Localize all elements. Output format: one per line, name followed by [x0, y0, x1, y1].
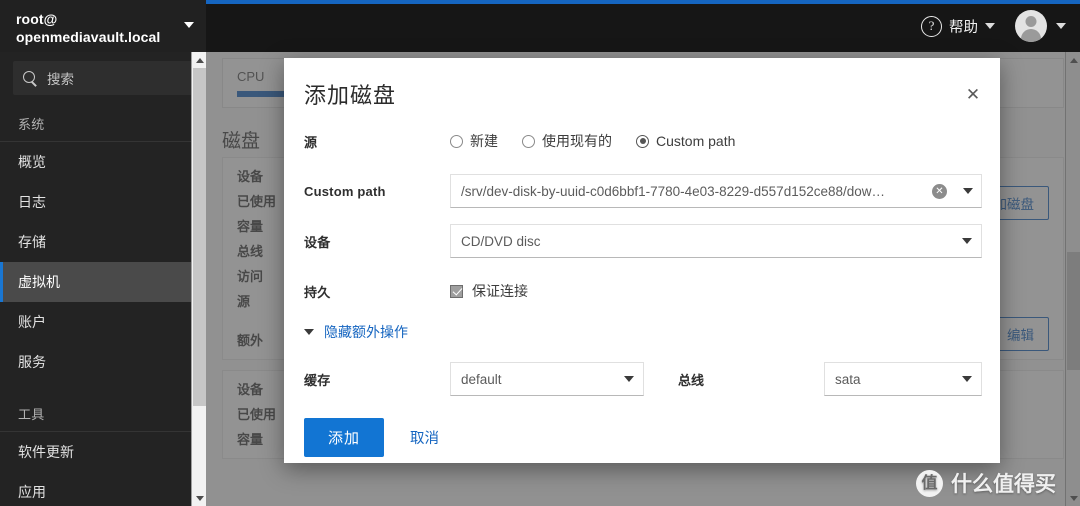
search-input[interactable]: 搜索: [13, 61, 193, 95]
radio-icon-selected: [636, 134, 649, 148]
radio-custom-path[interactable]: Custom path: [636, 133, 735, 149]
source-row: 源 新建 使用现有的 Custom path: [304, 116, 982, 166]
clear-circle-icon[interactable]: ✕: [932, 183, 947, 199]
sidebar-host-header[interactable]: root@ openmediavault.local: [0, 0, 206, 52]
radio-label: 使用现有的: [542, 133, 612, 149]
search-placeholder: 搜索: [47, 72, 74, 87]
sidebar-item-applications[interactable]: 应用: [0, 472, 206, 506]
chevron-down-icon: [624, 376, 634, 382]
radio-label: 新建: [470, 133, 498, 149]
custom-path-value: /srv/dev-disk-by-uuid-c0d6bbf1-7780-4e03…: [461, 183, 886, 199]
help-label: 帮助: [949, 19, 978, 36]
sidebar-item-label: 日志: [18, 194, 46, 210]
chevron-down-icon[interactable]: [184, 22, 194, 28]
sidebar-item-label: 应用: [18, 484, 46, 500]
device-select[interactable]: CD/DVD disc: [450, 224, 982, 258]
chevron-down-icon: [304, 329, 314, 335]
dialog-actions: 添加 取消: [304, 418, 982, 457]
chevron-down-icon: [1056, 23, 1066, 29]
question-circle-icon: ?: [921, 15, 942, 37]
sidebar-section-system: 系统: [0, 106, 206, 142]
cache-value: default: [461, 371, 502, 387]
device-row: 设备 CD/DVD disc: [304, 216, 982, 266]
app-root: CPU 磁盘 添加磁盘 设备 已使用 容量 总线: [0, 0, 1080, 506]
sidebar-item-accounts[interactable]: 账户: [0, 302, 206, 342]
chevron-down-icon[interactable]: [963, 188, 973, 194]
chevron-down-icon: [962, 376, 972, 382]
sidebar-item-label: 服务: [18, 354, 46, 370]
device-value: CD/DVD disc: [461, 233, 541, 249]
help-menu-button[interactable]: ? 帮助: [921, 15, 995, 37]
checkbox-label: 保证连接: [472, 283, 528, 299]
device-label: 设备: [304, 234, 331, 250]
add-disk-form: 源 新建 使用现有的 Custom path Custom path /srv/…: [304, 116, 982, 457]
sidebar-item-label: 存储: [18, 234, 46, 250]
custom-path-label: Custom path: [304, 183, 386, 199]
radio-label: Custom path: [656, 133, 736, 149]
source-label: 源: [304, 134, 318, 150]
watermark-logo-icon: 值: [916, 469, 943, 497]
sidebar-scrollbar[interactable]: [191, 52, 206, 506]
sidebar: root@ openmediavault.local 搜索 系统 概览 日志 存…: [0, 0, 206, 506]
chevron-down-icon: [962, 238, 972, 244]
custom-path-input[interactable]: /srv/dev-disk-by-uuid-c0d6bbf1-7780-4e03…: [450, 174, 982, 208]
persist-row: 持久 保证连接: [304, 266, 982, 316]
sidebar-item-virtual-machines[interactable]: 虚拟机: [0, 262, 206, 302]
persist-label: 持久: [304, 284, 331, 300]
radio-icon: [450, 134, 463, 148]
radio-icon: [522, 134, 535, 148]
dialog-title: 添加磁盘: [304, 83, 397, 108]
sidebar-item-storage[interactable]: 存储: [0, 222, 206, 262]
bus-label: 总线: [678, 372, 705, 388]
sidebar-scroll-down-arrow[interactable]: [192, 490, 206, 506]
sidebar-item-label: 虚拟机: [18, 274, 60, 290]
sidebar-item-overview[interactable]: 概览: [0, 142, 206, 182]
extra-options-row: 缓存 default 总线 sata: [304, 362, 982, 396]
radio-new[interactable]: 新建: [450, 131, 498, 151]
source-radio-group: 新建 使用现有的 Custom path: [450, 131, 735, 151]
search-icon: [23, 70, 38, 86]
checkbox-checked-icon: [450, 284, 463, 298]
sidebar-item-label: 概览: [18, 154, 46, 170]
radio-use-existing[interactable]: 使用现有的: [522, 131, 612, 151]
sidebar-scroll-up-arrow[interactable]: [192, 52, 206, 68]
chevron-down-icon: [985, 23, 995, 29]
avatar: [1015, 10, 1047, 42]
toggle-extra-options-link[interactable]: 隐藏额外操作: [304, 322, 408, 342]
custom-path-row: Custom path /srv/dev-disk-by-uuid-c0d6bb…: [304, 166, 982, 216]
cancel-button[interactable]: 取消: [410, 427, 439, 448]
close-icon[interactable]: ✕: [962, 84, 984, 106]
sidebar-body: 搜索 系统 概览 日志 存储 虚拟机 账户 服务 工具 软件更新 应用: [0, 52, 206, 506]
toggle-extra-label: 隐藏额外操作: [324, 324, 408, 340]
sidebar-item-software-update[interactable]: 软件更新: [0, 432, 206, 472]
watermark: 值 什么值得买: [916, 468, 1056, 498]
submit-add-button[interactable]: 添加: [304, 418, 385, 457]
sidebar-search-wrap: 搜索: [0, 52, 206, 106]
sidebar-section-tools: 工具: [0, 396, 206, 432]
add-disk-dialog: 添加磁盘 ✕ 源 新建 使用现有的 Custom path Custom pat…: [284, 58, 1000, 463]
sidebar-scrollbar-thumb[interactable]: [193, 68, 206, 406]
watermark-text: 什么值得买: [951, 473, 1056, 496]
top-bar-actions: ? 帮助: [921, 0, 1066, 52]
cache-select[interactable]: default: [450, 362, 644, 396]
cache-label: 缓存: [304, 372, 331, 388]
sidebar-host-name: openmediavault.local: [16, 29, 161, 45]
guarantee-connection-checkbox[interactable]: 保证连接: [450, 281, 528, 301]
sidebar-host-user: root@: [16, 11, 58, 27]
bus-value: sata: [835, 371, 861, 387]
bus-select[interactable]: sata: [824, 362, 982, 396]
sidebar-item-services[interactable]: 服务: [0, 342, 206, 382]
sidebar-item-label: 软件更新: [18, 444, 74, 460]
sidebar-item-label: 账户: [18, 314, 46, 330]
sidebar-item-logs[interactable]: 日志: [0, 182, 206, 222]
user-menu-button[interactable]: [1015, 10, 1066, 42]
